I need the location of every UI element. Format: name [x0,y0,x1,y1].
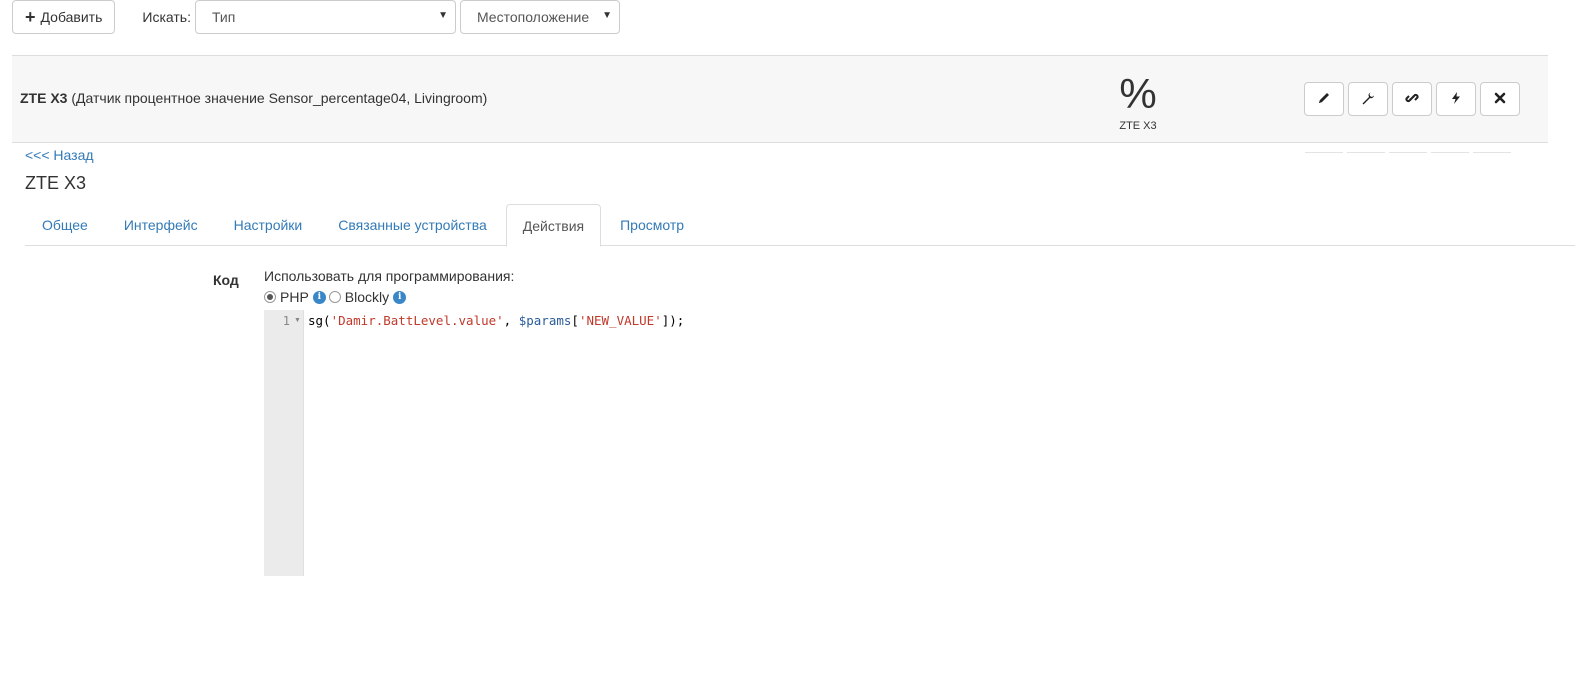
device-value: % ZTE X3 [1098,70,1178,132]
editor-gutter: 1 ▼ [264,310,304,576]
settings-button[interactable] [1348,82,1388,116]
divider [1347,150,1385,153]
tab-settings[interactable]: Настройки [217,204,320,246]
device-description: (Датчик процентное значение Sensor_perce… [71,90,488,106]
close-icon [1494,91,1506,107]
ghost-button-shadows [1305,150,1511,153]
tab-actions[interactable]: Действия [505,204,602,247]
caret-down-icon: ▼ [438,10,448,21]
divider [1431,150,1469,153]
location-select-value: Местоположение [476,9,590,25]
tab-general[interactable]: Общее [25,204,105,246]
plus-icon: + [25,7,36,27]
tab-bar: Общее Интерфейс Настройки Связанные устр… [25,204,1575,247]
device-row: ZTE X3 (Датчик процентное значение Senso… [12,55,1548,143]
divider [1389,150,1427,153]
divider [1305,150,1343,153]
divider [1473,150,1511,153]
search-label: Искать: [142,9,191,25]
code-token: sg( [308,313,331,328]
use-for-label: Использовать для программирования: [264,268,515,284]
line-number: 1 [282,314,290,328]
pencil-icon [1317,91,1331,108]
fold-arrow-icon[interactable]: ▼ [294,317,301,324]
device-value-symbol: % [1119,70,1157,117]
back-link[interactable]: <<< Назад [25,147,94,163]
php-radio-label: PHP [280,289,309,305]
code-token: , [503,313,519,328]
php-radio[interactable] [264,291,276,303]
tab-linked-devices[interactable]: Связанные устройства [321,204,504,246]
code-editor[interactable]: 1 ▼ sg('Damir.BattLevel.value', $params[… [264,310,1364,576]
tab-preview[interactable]: Просмотр [603,204,701,246]
top-toolbar: + Добавить Искать: Тип ▼ Местоположение … [12,0,620,34]
type-select-value: Тип [211,9,236,25]
device-title: ZTE X3 (Датчик процентное значение Senso… [20,90,487,106]
device-actions [1304,82,1520,116]
code-token: $params [518,313,572,328]
wrench-icon [1361,91,1375,108]
add-button-label: Добавить [40,9,103,25]
code-token: 'Damir.BattLevel.value' [330,313,504,328]
code-label: Код [213,272,239,288]
link-button[interactable] [1392,82,1432,116]
type-select[interactable]: Тип ▼ [194,0,456,34]
page-title: ZTE X3 [25,173,87,193]
code-token: 'NEW_VALUE' [578,313,662,328]
add-button[interactable]: + Добавить [12,0,116,34]
info-icon[interactable]: i [393,290,407,304]
blockly-radio-label: Blockly [344,289,390,305]
run-button[interactable] [1436,82,1476,116]
tab-interface[interactable]: Интерфейс [107,204,215,246]
delete-button[interactable] [1480,82,1520,116]
code-token: [ [571,313,579,328]
blockly-radio[interactable] [328,291,341,303]
code-token: ]); [661,313,685,328]
location-select[interactable]: Местоположение ▼ [459,0,620,34]
bolt-icon [1449,91,1463,108]
edit-button[interactable] [1304,82,1344,116]
info-icon[interactable]: i [312,290,326,304]
device-value-caption: ZTE X3 [1119,120,1157,132]
caret-down-icon: ▼ [602,10,612,21]
link-icon [1405,91,1419,108]
device-name: ZTE X3 [20,90,68,106]
language-radio-group: PHP i Blockly i [264,289,409,305]
code-line[interactable]: sg('Damir.BattLevel.value', $params['NEW… [308,313,684,328]
